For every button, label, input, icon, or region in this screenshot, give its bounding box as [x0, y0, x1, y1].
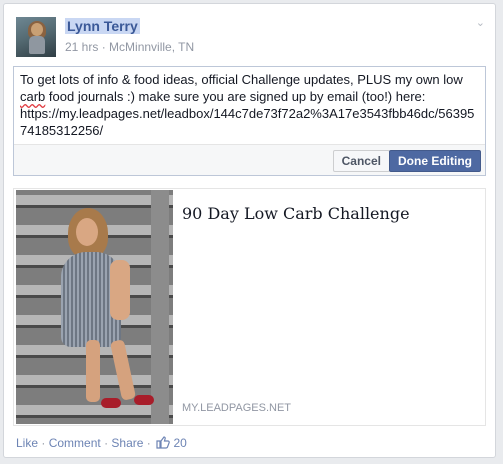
- edit-text-misspelled-word: carb: [20, 89, 46, 104]
- action-separator: ·: [146, 436, 151, 450]
- thumbs-up-icon[interactable]: [156, 436, 170, 452]
- done-editing-button[interactable]: Done Editing: [389, 150, 481, 172]
- woman-arm: [110, 260, 130, 320]
- chevron-down-icon[interactable]: ⌄: [476, 16, 485, 29]
- stair-step: [16, 405, 173, 418]
- share-link[interactable]: Share: [111, 436, 143, 450]
- author-name-link[interactable]: Lynn Terry: [65, 18, 140, 34]
- cancel-button[interactable]: Cancel: [332, 150, 390, 172]
- post-time[interactable]: 21 hrs: [65, 40, 98, 54]
- author-avatar[interactable]: [16, 17, 56, 57]
- woman-leg: [86, 340, 100, 402]
- edit-text-part-2: food journals :) make sure you are signe…: [20, 89, 475, 138]
- red-shoe: [101, 398, 121, 408]
- post-meta: 21 hrs · McMinnville, TN: [65, 40, 194, 54]
- link-preview-card[interactable]: 90 Day Low Carb Challenge MY.LEADPAGES.N…: [13, 188, 486, 426]
- link-domain: MY.LEADPAGES.NET: [182, 402, 292, 414]
- link-title[interactable]: 90 Day Low Carb Challenge: [182, 204, 410, 223]
- link-preview-image[interactable]: [16, 190, 173, 424]
- post-actions: Like · Comment · Share · 20: [16, 436, 187, 452]
- stair-rail: [151, 190, 169, 424]
- post-location[interactable]: McMinnville, TN: [109, 40, 194, 54]
- comment-link[interactable]: Comment: [49, 436, 101, 450]
- like-link[interactable]: Like: [16, 436, 38, 450]
- woman-face: [76, 218, 98, 246]
- post-edit-textarea[interactable]: To get lots of info & food ideas, offici…: [20, 71, 480, 139]
- edit-footer: Cancel Done Editing: [14, 144, 485, 175]
- action-separator: ·: [41, 436, 46, 450]
- edit-text-part-1: To get lots of info & food ideas, offici…: [20, 72, 463, 87]
- avatar-body: [29, 36, 45, 54]
- post-card: Lynn Terry 21 hrs · McMinnville, TN ⌄ To…: [3, 3, 496, 458]
- avatar-face: [31, 23, 43, 36]
- post-edit-box[interactable]: To get lots of info & food ideas, offici…: [13, 66, 486, 176]
- like-count[interactable]: 20: [173, 436, 186, 450]
- action-separator: ·: [104, 436, 109, 450]
- red-shoe: [134, 395, 154, 405]
- stair-step: [16, 195, 173, 208]
- meta-separator: ·: [101, 40, 106, 54]
